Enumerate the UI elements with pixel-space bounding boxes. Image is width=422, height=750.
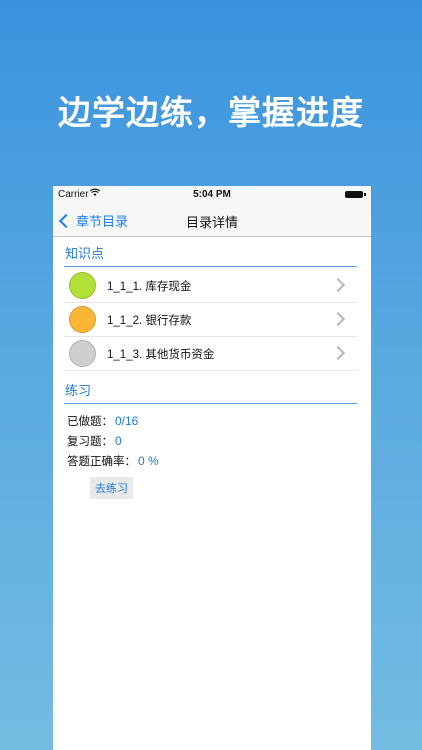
- done-value: 0/16: [115, 414, 139, 428]
- knowledge-item-label: 1_1_3. 其他货币资金: [107, 348, 215, 361]
- progress-dot-icon: [69, 272, 96, 299]
- knowledge-item[interactable]: 1_1_2. 银行存款: [64, 303, 357, 337]
- clock-time: 5:04 PM: [193, 189, 231, 200]
- practice-section-header: 练习: [64, 380, 357, 404]
- accuracy-row: 答题正确率： 0 %: [67, 451, 371, 471]
- done-count-row: 已做题： 0/16: [67, 411, 371, 431]
- review-label: 复习题：: [67, 436, 113, 448]
- knowledge-section-header: 知识点: [64, 243, 357, 267]
- progress-dot-icon: [69, 340, 96, 367]
- done-label: 已做题：: [67, 416, 113, 428]
- accuracy-label: 答题正确率：: [67, 456, 136, 468]
- progress-dot-icon: [69, 306, 96, 333]
- chevron-right-icon: [330, 345, 346, 361]
- promo-headline: 边学边练，掌握进度: [58, 93, 364, 132]
- practice-stats: 已做题： 0/16 复习题： 0 答题正确率： 0 %: [67, 411, 371, 471]
- page-title: 目录详情: [185, 215, 238, 230]
- phone-screen: Carrier 5:04 PM 章节目录 目录详情 知识点 1_1_1. 库存现…: [53, 186, 371, 750]
- knowledge-list: 1_1_1. 库存现金 1_1_2. 银行存款 1_1_3. 其他货币资金: [64, 269, 357, 371]
- battery-icon: [345, 191, 366, 198]
- go-practice-button[interactable]: 去练习: [90, 477, 133, 499]
- knowledge-item[interactable]: 1_1_1. 库存现金: [64, 269, 357, 303]
- accuracy-value: 0 %: [138, 454, 159, 468]
- knowledge-item-label: 1_1_2. 银行存款: [107, 314, 192, 327]
- knowledge-item-label: 1_1_1. 库存现金: [107, 280, 192, 293]
- chevron-right-icon: [330, 311, 346, 327]
- review-value: 0: [115, 434, 122, 448]
- knowledge-item[interactable]: 1_1_3. 其他货币资金: [64, 337, 357, 371]
- status-bar: Carrier 5:04 PM: [53, 186, 371, 204]
- chevron-right-icon: [330, 277, 346, 293]
- review-count-row: 复习题： 0: [67, 431, 371, 451]
- navigation-bar: 章节目录 目录详情: [53, 204, 371, 237]
